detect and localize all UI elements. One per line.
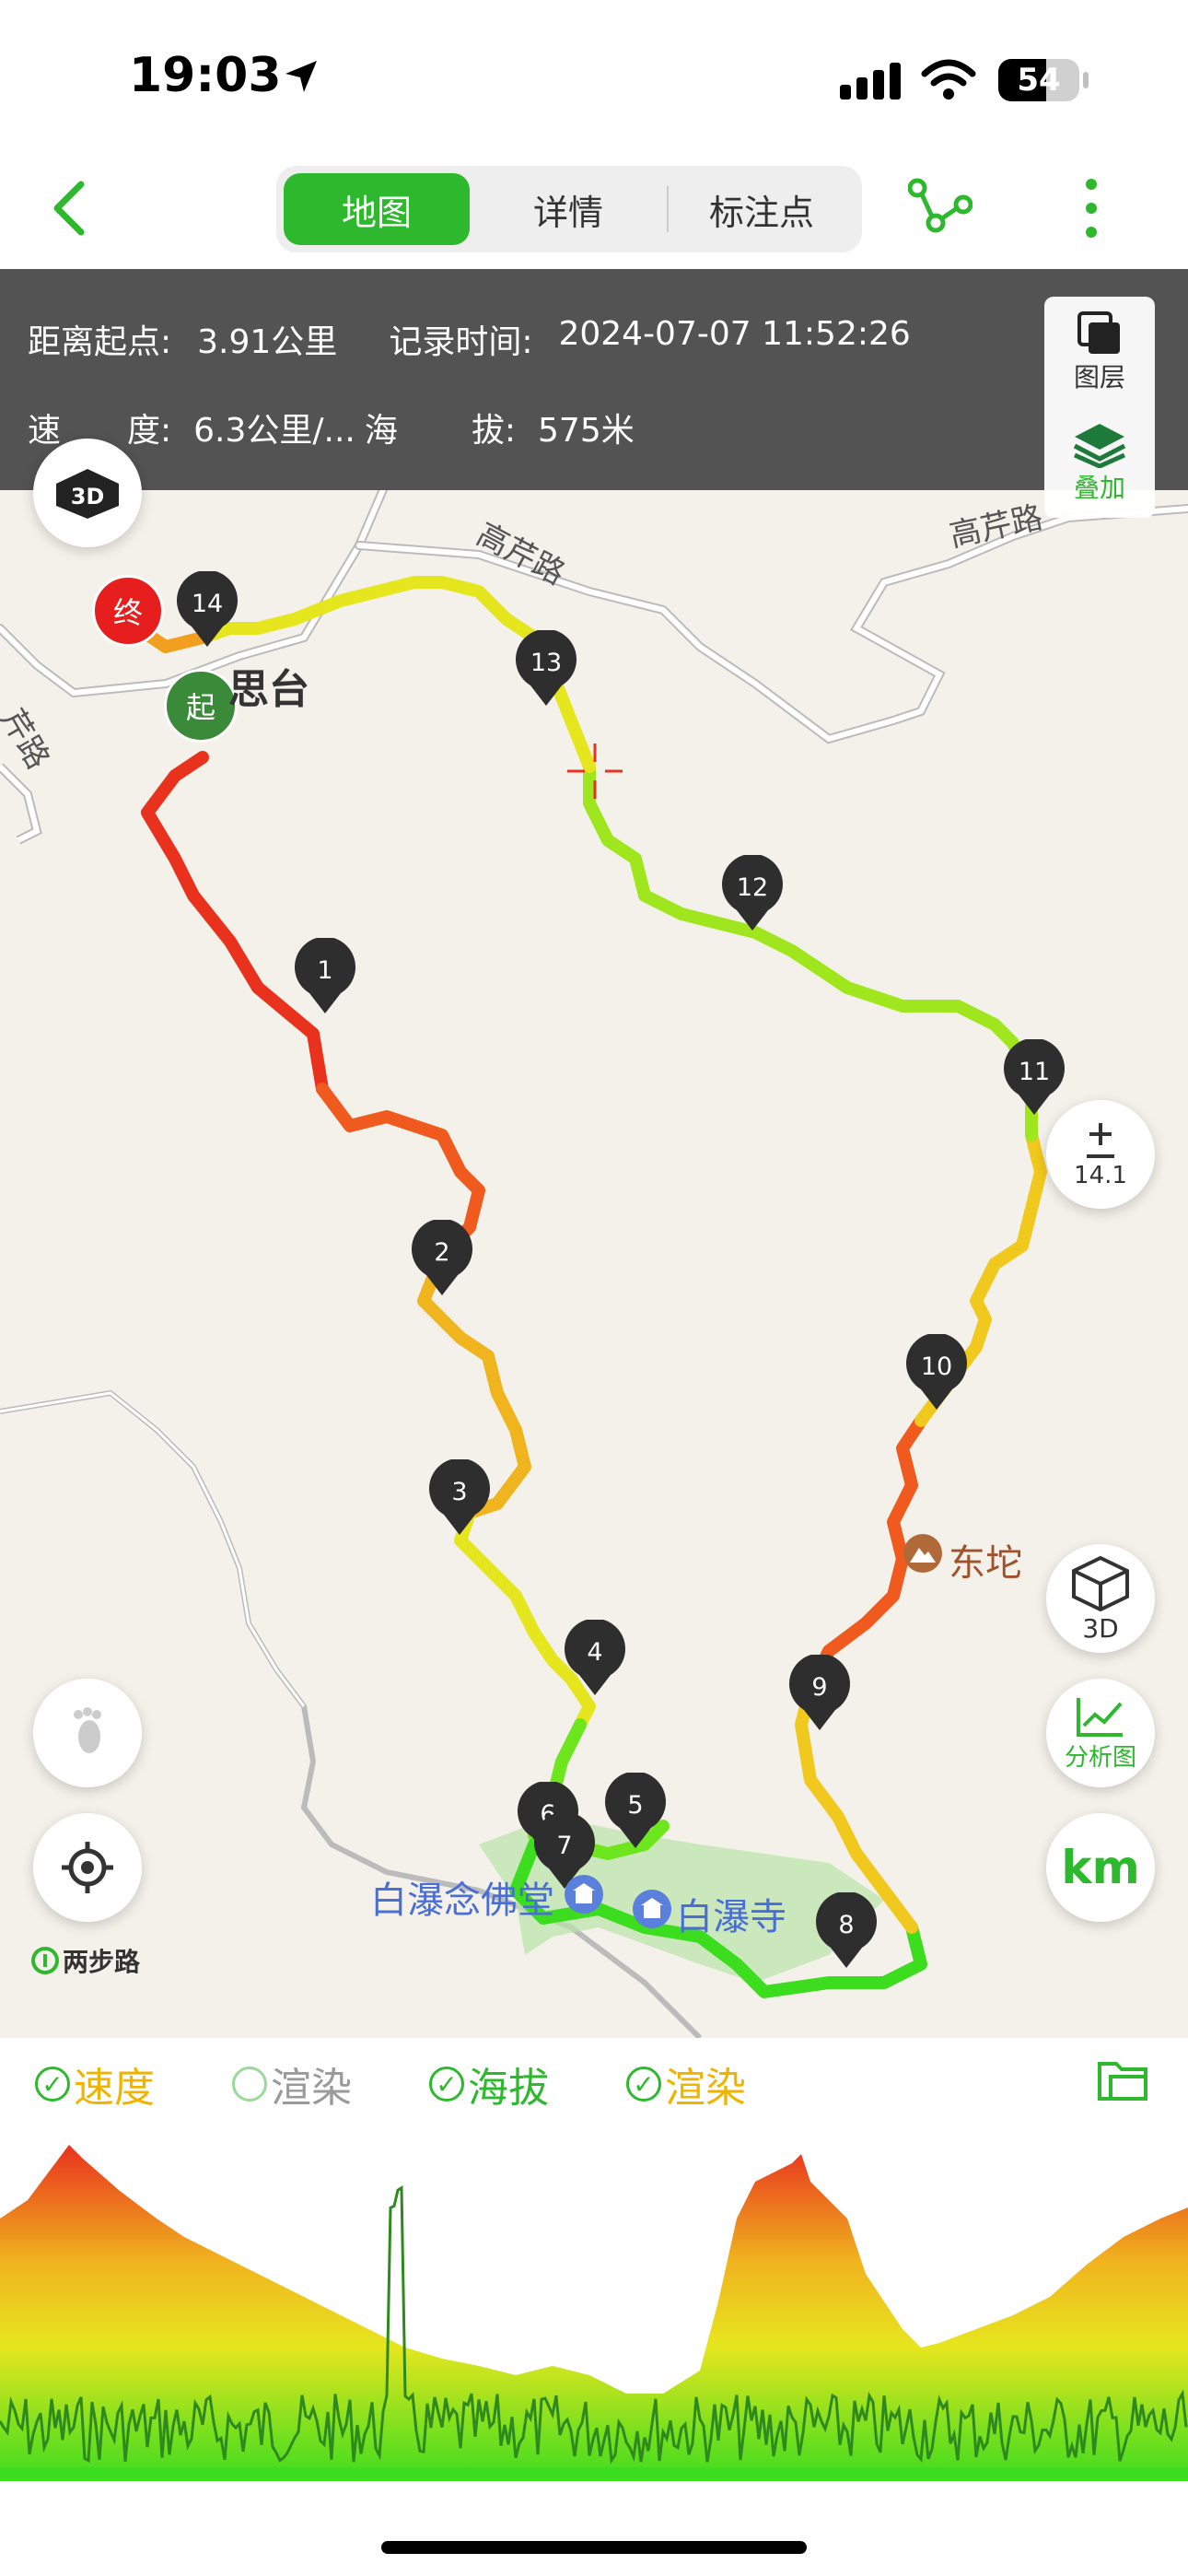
analysis-label: 分析图 <box>1064 1743 1136 1772</box>
analysis-button[interactable]: 分析图 <box>1046 1679 1155 1787</box>
track-info-panel: 距离起点: 3.91公里 记录时间: 2024-07-07 11:52:26 速… <box>0 269 1188 490</box>
app-logo: 两步路 <box>31 1942 140 1979</box>
temple-icon <box>633 1890 671 1928</box>
overlay-stack-icon <box>1073 424 1126 468</box>
locate-crosshair-icon <box>62 1842 113 1893</box>
overlay-button[interactable]: 叠加 <box>1044 407 1155 518</box>
3d-cube-icon: 3D <box>56 469 119 519</box>
layers-panel: 图层 叠加 <box>1044 297 1155 518</box>
elevation-speed-chart[interactable] <box>0 2117 1188 2481</box>
start-marker[interactable]: 起 <box>164 669 238 743</box>
speed-value: 6.3公里/... <box>193 412 355 450</box>
mountain-icon <box>903 1534 942 1573</box>
record-time-value: 2024-07-07 11:52:26 <box>558 315 911 353</box>
export-folder-icon[interactable] <box>1096 2053 1151 2102</box>
home-indicator <box>381 2541 807 2554</box>
zoom-button[interactable]: 14.1 <box>1046 1100 1155 1209</box>
legend-render-2[interactable]: ✓ 渲染 <box>626 2055 746 2113</box>
3d-label: 3D <box>1082 1612 1119 1644</box>
altitude-value: 575米 <box>538 412 635 450</box>
layers-label: 图层 <box>1073 362 1125 392</box>
zoom-level: 14.1 <box>1074 1162 1127 1189</box>
checkbox-checked-icon: ✓ <box>35 2067 70 2102</box>
legend-speed[interactable]: ✓ 速度 <box>35 2055 155 2113</box>
unit-button[interactable]: km <box>1046 1813 1155 1922</box>
checkbox-checked-icon: ✓ <box>429 2067 464 2102</box>
altitude-label-2: 拔: <box>471 412 517 450</box>
svg-text:3D: 3D <box>71 484 105 509</box>
line-chart-icon <box>1077 1697 1123 1737</box>
distance-value: 3.91公里 <box>197 323 338 361</box>
speed-label-2: 度: <box>127 412 172 450</box>
place-label-start: 思台 <box>228 666 309 713</box>
zoom-plus-minus-icon <box>1087 1123 1114 1158</box>
legend-label: 速度 <box>74 2065 155 2112</box>
3d-view-button[interactable]: 3D <box>1046 1544 1155 1653</box>
checkbox-unchecked-icon <box>232 2067 267 2102</box>
map-3d-toggle-button[interactable]: 3D <box>33 439 142 547</box>
record-time-label: 记录时间: <box>389 323 533 361</box>
legend-label: 海拔 <box>468 2065 549 2112</box>
speed-label-1: 速 <box>28 412 62 450</box>
legend-label: 渲染 <box>665 2065 746 2112</box>
legend-label: 渲染 <box>271 2065 352 2112</box>
checkbox-checked-icon: ✓ <box>626 2067 661 2102</box>
cube-icon <box>1072 1555 1129 1611</box>
profile-graph <box>0 2145 1188 2481</box>
footprint-icon <box>74 1707 101 1753</box>
temple-icon <box>565 1875 603 1914</box>
footprint-button[interactable] <box>33 1679 142 1787</box>
locate-me-button[interactable] <box>33 1813 142 1922</box>
unit-label: km <box>1061 1841 1140 1894</box>
overlay-label: 叠加 <box>1073 473 1125 503</box>
chart-legend: ✓ 速度 渲染 ✓ 海拔 ✓ 渲染 <box>0 2038 1188 2118</box>
end-marker[interactable]: 终 <box>92 575 164 647</box>
distance-label: 距离起点: <box>28 323 172 361</box>
logo-text: 两步路 <box>63 1947 141 1977</box>
altitude-label-1: 海 <box>364 412 398 450</box>
layers-button[interactable]: 图层 <box>1044 297 1155 407</box>
layers-icon <box>1077 311 1120 354</box>
place-label-temple-hall: 白瀑念佛堂 <box>370 1879 554 1922</box>
place-label-temple: 白瀑寺 <box>676 1896 786 1938</box>
legend-render-1[interactable]: 渲染 <box>232 2055 352 2113</box>
logo-icon <box>31 1947 59 1974</box>
place-label-peak: 东坨 <box>949 1542 1022 1585</box>
legend-altitude[interactable]: ✓ 海拔 <box>429 2055 549 2113</box>
